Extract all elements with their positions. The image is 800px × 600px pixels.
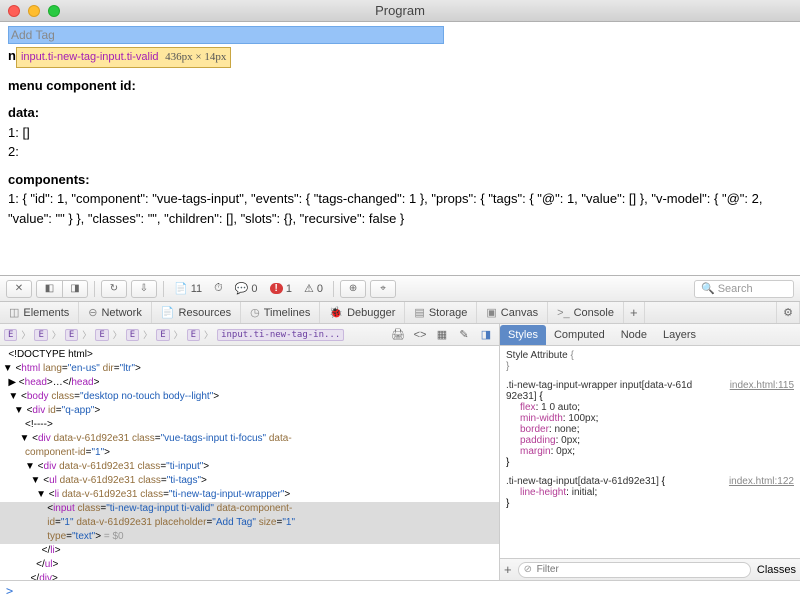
tab-storage[interactable]: ▤ Storage [405, 302, 477, 323]
classes-button[interactable]: Classes [757, 564, 796, 576]
tab-styles[interactable]: Styles [500, 325, 546, 345]
tab-network[interactable]: ⊖ Network [79, 302, 152, 323]
tab-add[interactable] [624, 302, 645, 323]
reload-button[interactable]: ↻ [101, 280, 127, 298]
console-drawer[interactable]: > [0, 580, 800, 600]
dock-left-button[interactable]: ◧ [36, 280, 62, 298]
crosshair-button[interactable]: ⌖ [370, 280, 396, 298]
devtools-tabs: ◫ Elements ⊖ Network 📄 Resources ◷ Timel… [0, 302, 800, 324]
tab-debugger[interactable]: 🐞 Debugger [320, 302, 405, 323]
edit-icon[interactable]: ✎ [455, 327, 473, 343]
breadcrumb-item[interactable]: E [34, 329, 47, 341]
tab-timelines[interactable]: ◷ Timelines [241, 302, 320, 323]
file-count: 📄 11 [170, 282, 206, 295]
tab-canvas[interactable]: ▣ Canvas [477, 302, 548, 323]
add-rule-button[interactable] [504, 562, 512, 577]
download-button[interactable]: ⇩ [131, 280, 157, 298]
components-body: 1: { "id": 1, "component": "vue-tags-inp… [8, 189, 788, 228]
settings-button[interactable]: ⚙ [776, 302, 800, 323]
breadcrumb: E〉 E〉 E〉 E〉 E〉 E〉 E〉 input.ti-new-tag-in… [0, 324, 499, 346]
error-count: ! 1 [266, 283, 296, 295]
highlighted-input[interactable]: Add Tag [8, 26, 444, 44]
styles-tabs: Styles Computed Node Layers [500, 324, 800, 346]
breadcrumb-item[interactable]: E [187, 329, 200, 341]
styles-filterbar: ⊘ Classes [500, 558, 800, 580]
window-titlebar: Program [0, 0, 800, 22]
menu-component-id-label: menu component id: [8, 76, 792, 96]
tab-node[interactable]: Node [613, 324, 655, 345]
components-label: components: [8, 170, 792, 190]
filter-icon: ⊘ [524, 564, 532, 575]
inspect-button[interactable]: ⊕ [340, 280, 366, 298]
dock-right-button[interactable]: ◨ [62, 280, 88, 298]
tab-elements[interactable]: ◫ Elements [0, 302, 79, 323]
time-indicator: ⏱ [210, 282, 227, 295]
tab-console[interactable]: >_ Console [548, 302, 624, 323]
plus-icon [630, 305, 638, 320]
console-prompt-icon: > [6, 584, 13, 598]
breadcrumb-item[interactable]: E [65, 329, 78, 341]
selected-dom-node[interactable]: <input class="ti-new-tag-input ti-valid"… [0, 502, 499, 516]
breadcrumb-item[interactable]: E [156, 329, 169, 341]
sidebar-toggle-icon[interactable]: ◨ [477, 327, 495, 343]
element-tooltip: input.ti-new-tag-input.ti-valid 436px × … [16, 47, 231, 68]
warn-count: ⚠ 0 [300, 282, 327, 295]
window-title: Program [0, 3, 800, 18]
styles-panel[interactable]: Style Attribute {} .ti-new-tag-input-wra… [500, 346, 800, 558]
code-icon[interactable]: <> [411, 327, 429, 343]
close-devtools-button[interactable]: ✕ [6, 280, 32, 298]
tab-resources[interactable]: 📄 Resources [152, 302, 241, 323]
filter-input[interactable] [518, 562, 751, 578]
devtools-panel: ✕ ◧◨ ↻ ⇩ 📄 11 ⏱ 💬 0 ! 1 ⚠ 0 ⊕ ⌖ 🔍 Search… [0, 275, 800, 600]
breadcrumb-item[interactable]: E [4, 329, 17, 341]
breadcrumb-item[interactable]: input.ti-new-tag-in... [217, 329, 344, 341]
dom-tree[interactable]: <!DOCTYPE html> ▼ <html lang="en-us" dir… [0, 346, 499, 580]
search-input[interactable]: 🔍 Search [694, 280, 794, 298]
tab-layers[interactable]: Layers [655, 324, 704, 345]
devtools-toolbar: ✕ ◧◨ ↻ ⇩ 📄 11 ⏱ 💬 0 ! 1 ⚠ 0 ⊕ ⌖ 🔍 Search [0, 276, 800, 302]
breadcrumb-item[interactable]: E [126, 329, 139, 341]
print-icon[interactable]: 🖨 [389, 327, 407, 343]
ruler-icon[interactable]: ▦ [433, 327, 451, 343]
data-line-1: 1: [] [8, 123, 792, 143]
comment-count: 💬 0 [231, 282, 262, 295]
breadcrumb-item[interactable]: E [95, 329, 108, 341]
tab-computed[interactable]: Computed [546, 324, 613, 345]
data-line-2: 2: [8, 142, 792, 162]
page-content: Add Tag ninput.ti-new-tag-input.ti-valid… [0, 22, 800, 228]
data-label: data: [8, 103, 792, 123]
